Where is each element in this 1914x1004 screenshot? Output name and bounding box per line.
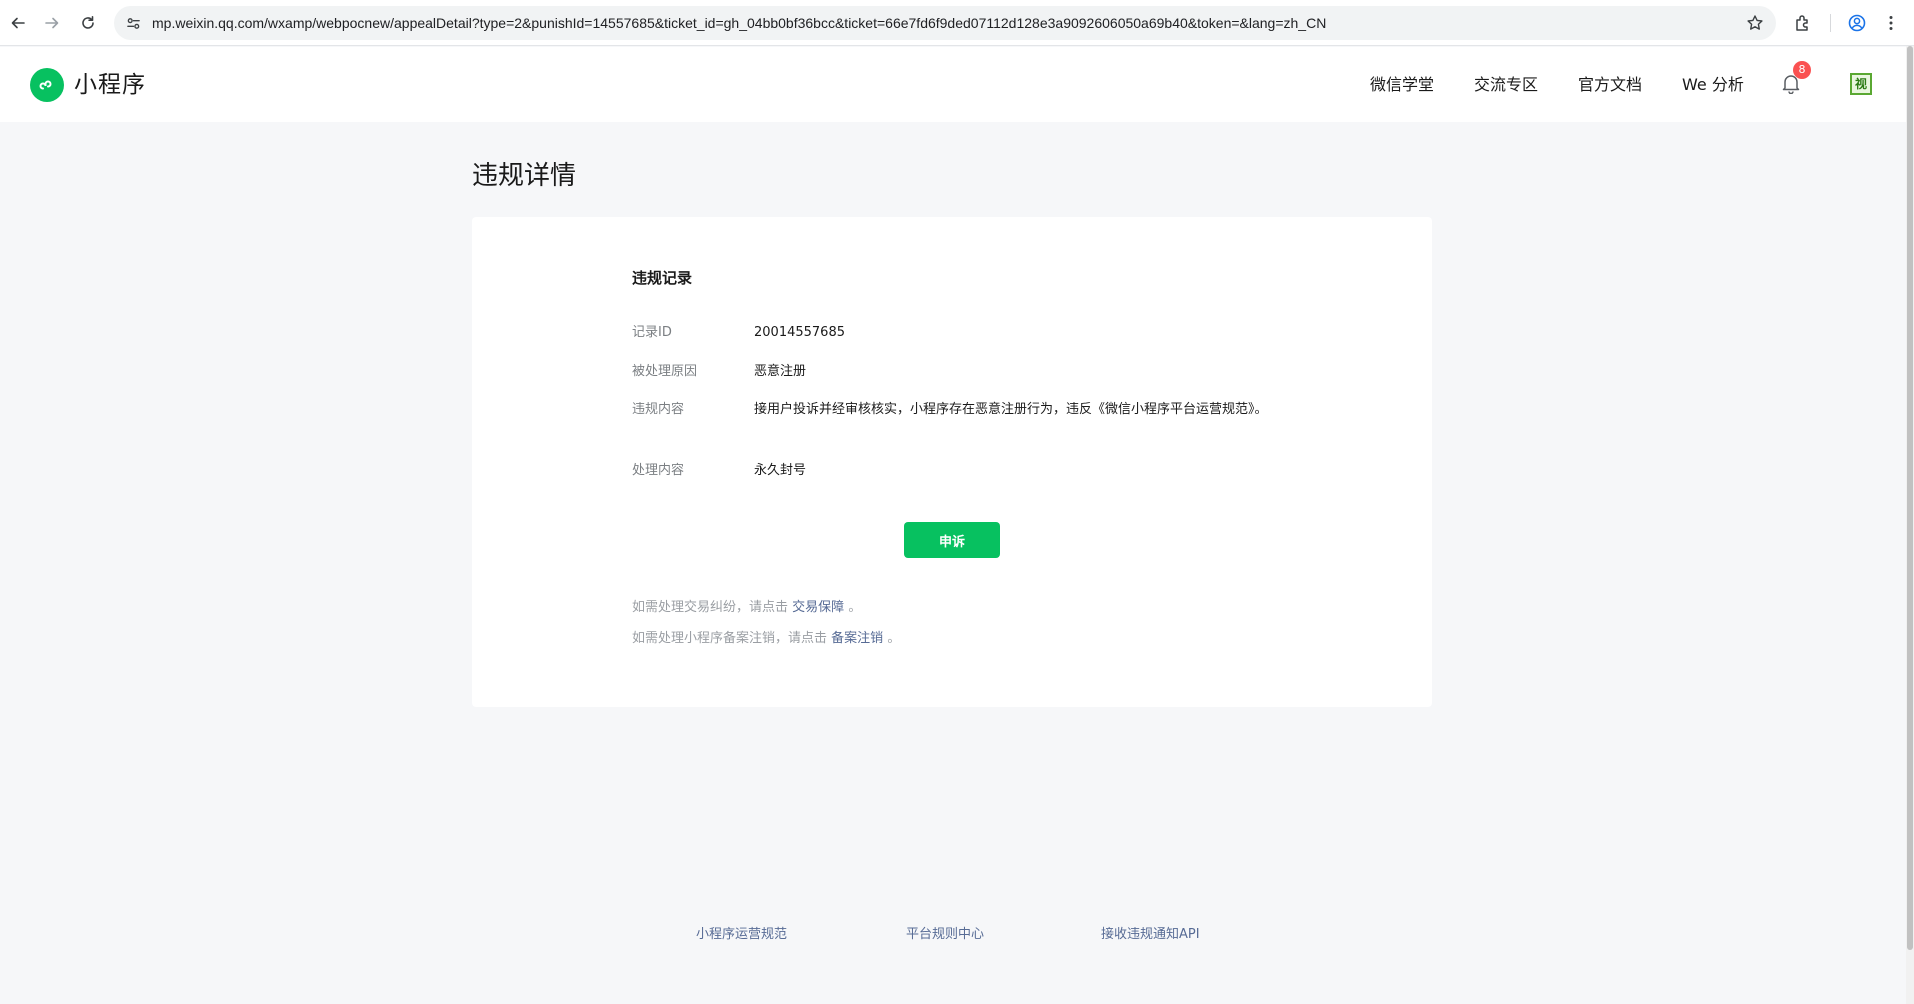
browser-toolbar: mp.weixin.qq.com/wxamp/webpocnew/appealD…	[0, 0, 1914, 46]
trade-dispute-note: 如需处理交易纠纷，请点击 交易保障 。	[632, 598, 861, 618]
forward-icon[interactable]	[40, 11, 64, 35]
nav-official-docs[interactable]: 官方文档	[1578, 74, 1642, 96]
filing-cancel-link[interactable]: 备案注销	[831, 631, 883, 646]
violation-content-value: 接用户投诉并经审核核实，小程序存在恶意注册行为，违反《微信小程序平台运营规范》。	[754, 402, 1268, 417]
filing-cancel-note: 如需处理小程序备案注销，请点击 备案注销 。	[632, 629, 900, 649]
record-id-label: 记录ID	[632, 325, 672, 340]
scrollbar-thumb[interactable]	[1907, 46, 1913, 950]
notification-badge: 8	[1793, 61, 1811, 79]
violation-content-label: 违规内容	[632, 402, 685, 417]
footer-operation-rules-link[interactable]: 小程序运营规范	[696, 925, 787, 945]
note-text: 如需处理小程序备案注销，请点击	[632, 631, 828, 646]
app-header: 小程序 微信学堂 交流专区 官方文档 We 分析 8	[0, 47, 1906, 122]
logo-text[interactable]: 小程序	[74, 70, 146, 100]
nav-we-analytics[interactable]: We 分析	[1682, 74, 1744, 96]
note-text: 如需处理交易纠纷，请点击	[632, 600, 789, 615]
violation-card: 违规记录 记录ID 20014557685 被处理原因 恶意注册 违规内容 接用…	[472, 217, 1432, 707]
toolbar-divider	[1830, 14, 1831, 32]
mini-program-logo-icon[interactable]	[30, 68, 64, 102]
nav-community[interactable]: 交流专区	[1474, 74, 1538, 96]
address-bar[interactable]: mp.weixin.qq.com/wxamp/webpocnew/appealD…	[114, 6, 1776, 40]
back-icon[interactable]	[6, 11, 30, 35]
star-icon[interactable]	[1746, 14, 1764, 32]
reason-label: 被处理原因	[632, 364, 698, 379]
footer-rules-center-link[interactable]: 平台规则中心	[906, 925, 984, 945]
action-label: 处理内容	[632, 463, 685, 478]
page-scrollbar[interactable]	[1906, 46, 1914, 1004]
action-value: 永久封号	[754, 463, 807, 478]
url-text[interactable]: mp.weixin.qq.com/wxamp/webpocnew/appealD…	[152, 15, 1326, 32]
avatar[interactable]: 视	[1850, 73, 1872, 95]
section-title: 违规记录	[632, 269, 693, 287]
appeal-button[interactable]: 申诉	[904, 522, 1000, 558]
profile-icon[interactable]	[1846, 12, 1868, 34]
note-suffix: 。	[887, 631, 901, 646]
note-suffix: 。	[848, 600, 862, 615]
trade-protection-link[interactable]: 交易保障	[792, 600, 844, 615]
record-id-value: 20014557685	[754, 325, 845, 340]
extensions-icon[interactable]	[1792, 12, 1814, 34]
menu-icon[interactable]	[1880, 12, 1902, 34]
footer-violation-api-link[interactable]: 接收违规通知API	[1101, 925, 1200, 945]
nav-weixin-school[interactable]: 微信学堂	[1370, 74, 1434, 96]
page-title: 违规详情	[472, 161, 577, 191]
reload-icon[interactable]	[76, 11, 100, 35]
reason-value: 恶意注册	[754, 364, 807, 379]
site-info-icon[interactable]	[124, 14, 142, 32]
